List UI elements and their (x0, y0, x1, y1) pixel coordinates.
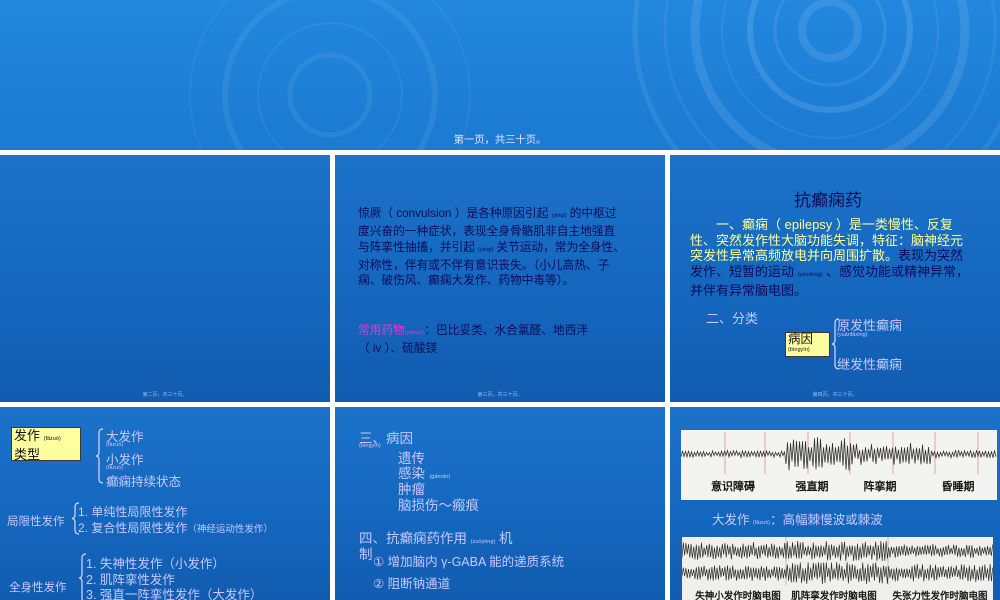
text-segment: 一、癫痫（ epilepsy ）是一类慢性、反复 (716, 217, 953, 232)
slide-2: 第二页，共三十页。 (0, 155, 330, 402)
drugs-label: 常用药物 (358, 324, 405, 337)
list-item: 1. 单纯性局限性发作 (78, 505, 188, 519)
drugs-list: （ iv ）、硫酸镁 (358, 342, 438, 355)
text-segment: 度兴奋的一种症状，表现全身骨骼肌非自主地强直 (358, 225, 616, 239)
text-segment: 并伴有异常脑电图。 (690, 283, 808, 299)
pinyin-annotation: (fāzuò) (752, 520, 771, 526)
eeg-figure-grand-mal: 意识障碍 强直期 阵挛期 昏睡期 (681, 430, 997, 500)
convulsion-definition: 惊厥（ convulsion ）是各种原因引起 (yǐnqǐ) 的中枢过 度兴奋… (358, 206, 625, 288)
pinyin-annotation: (bìngyīn) (788, 347, 810, 353)
epilepsy-definition: 一、癫痫（ epilepsy ）是一类慢性、反复 性、突然发作性大脑功能失调，特… (690, 217, 969, 299)
text-segment: 发作、短暂的运动 (690, 263, 798, 279)
pinyin-annotation: (gǎnrǎn) (429, 474, 451, 480)
slide-6: 三、病因 (bìngyīn) 遗传 感染 (gǎnrǎn) 肿瘤 脑损伤～瘢痕 … (335, 407, 665, 600)
eeg-figure-label: 肌阵挛发作时脑电图 (791, 591, 877, 600)
text-segment: 与阵挛性抽搐，并引起 (358, 240, 479, 254)
eeg-waveform (681, 437, 997, 471)
text-line: 对称性，伴有或不伴有意识丧失。（小儿高热、子 (358, 258, 625, 273)
partial-seizure-label: 局限性发作 (7, 516, 65, 528)
eeg-figure-label: 失神小发作时脑电图 (695, 591, 781, 600)
seizure-type-status-epilepticus: 癫痫持续状态 (106, 475, 182, 489)
section-heading: 二、分类 (706, 311, 759, 326)
pinyin-annotation: (fāzuò) (106, 442, 124, 448)
pinyin-annotation: (yuánfāxìng) (837, 332, 868, 338)
eeg-phase-label: 强直期 (795, 480, 829, 493)
text-segment: 惊厥（ convulsion ）是各种原因引起 (358, 207, 552, 220)
text-line: 与阵挛性抽搐，并引起 (yǐnqǐ) 关节运动，常为全身性、 (358, 240, 625, 258)
list-item-text: 2. 复合性局限性发作 (78, 521, 188, 535)
text-line: 常用药物(yàowù)：巴比妥类、水合氯醛、地西泮 (358, 323, 588, 341)
decorative-rings (189, 0, 1000, 150)
eeg-figure-other-seizures: 失神小发作时脑电图 肌阵挛发作时脑电图 失张力性发作时脑电图 (682, 537, 993, 600)
text-line: 发作、短暂的运动 (yùndòng) 、感觉功能或精神异常， (690, 264, 969, 284)
generalized-seizure-label: 全身性发作 (9, 582, 67, 594)
cause-item: 脑损伤～瘢痕 (398, 498, 479, 513)
pinyin-annotation: (yǐnqǐ) (478, 246, 494, 253)
text-line: 性、突然发作性大脑功能失调，特征：脑神经元 (690, 233, 969, 249)
pinyin-annotation: (yàowù) (404, 330, 425, 336)
page-footer: 第四页，共三十页。 (812, 392, 858, 398)
page-footer: 第三页，共三十页。 (477, 392, 523, 398)
slide-7: 意识障碍 强直期 阵挛期 昏睡期 大发作 (fāzuò)：高幅棘慢波或棘波 失神… (670, 407, 1000, 600)
slide-3: 惊厥（ convulsion ）是各种原因引起 (yǐnqǐ) 的中枢过 度兴奋… (335, 155, 665, 402)
cause-label-box: 病因 (bìngyīn) (785, 332, 830, 357)
epilepsy-type-secondary: 继发性癫痫 (837, 357, 903, 372)
mechanism-item: ② 阻断钠通道 (373, 577, 451, 591)
list-item: 3. 强直一阵挛性发作（大发作） (86, 588, 263, 600)
text-line: 突发性异常高频放电并向周围扩散。表现为突然 (690, 248, 969, 264)
eeg-phase-label: 阵挛期 (863, 480, 897, 493)
page-footer: 第一页，共三十页。 (453, 135, 547, 146)
eeg-phase-label: 意识障碍 (711, 480, 755, 493)
pinyin-annotation: (fāzuò) (43, 436, 61, 442)
eeg-phase-label: 昏睡期 (941, 480, 975, 493)
eeg-figure-label: 失张力性发作时脑电图 (892, 591, 988, 600)
eeg-waveform (682, 540, 993, 561)
page-footer: 第二页，共三十页。 (142, 392, 188, 398)
heading-text: 机 (495, 531, 513, 546)
text-segment: 、感觉功能或精神异常， (822, 263, 970, 279)
eeg-waveform (682, 562, 993, 585)
curly-brace-icon (96, 428, 104, 484)
heading-text: 四、抗癫痫药作用 (359, 531, 471, 546)
pinyin-annotation: (bìngyīn) (359, 443, 381, 449)
text-line: 一、癫痫（ epilepsy ）是一类慢性、反复 (690, 217, 969, 233)
cause-label: 病因 (788, 332, 814, 346)
list-item-note: （神经运动性发作） (187, 524, 273, 535)
slide-4: 抗癫痫药 一、癫痫（ epilepsy ）是一类慢性、反复 性、突然发作性大脑功… (670, 155, 1000, 402)
text-line: （ iv ）、硫酸镁 (358, 341, 588, 357)
text-segment: 对称性，伴有或不伴有意识丧失。（小儿高热、子 (358, 258, 610, 272)
box-label: 发作 (14, 428, 41, 443)
common-drugs: 常用药物(yàowù)：巴比妥类、水合氯醛、地西泮 （ iv ）、硫酸镁 (358, 323, 588, 357)
slide-1: 第一页，共三十页。 (0, 0, 1000, 150)
box-label: 类型 (14, 447, 41, 462)
text-line: 发作 (fāzuò) (14, 428, 80, 447)
seizure-type-box: 发作 (fāzuò) 类型 (11, 427, 81, 462)
caption-text: 大发作 (712, 513, 753, 527)
slide-title: 抗癫痫药 (794, 191, 862, 210)
pinyin-annotation: (yùndòng) (797, 271, 823, 278)
eeg-caption: 大发作 (fāzuò)：高幅棘慢波或棘波 (712, 509, 883, 528)
pinyin-annotation: (yǐnqǐ) (551, 213, 567, 219)
section-heading: 四、抗癫痫药作用 (zuòyòng) 机 (359, 527, 513, 548)
text-segment: 表现为突然 (898, 248, 964, 264)
text-segment: 突发性异常高频放电并向周围扩散。 (690, 248, 899, 264)
drugs-list: ：巴比妥类、水合氯醛、地西泮 (424, 324, 588, 337)
caption-text: ：高幅棘慢波或棘波 (770, 513, 883, 527)
text-segment: 痫、破伤风、癫痫大发作、药物中毒等）。 (358, 274, 575, 288)
text-line: 度兴奋的一种症状，表现全身骨骼肌非自主地强直 (358, 224, 625, 239)
slide-5: 发作 (fāzuò) 类型 大发作 (fāzuò) 小发作 (fāzuò) 癫痫… (0, 407, 330, 600)
list-item: 2. 复合性局限性发作（神经运动性发作） (78, 519, 273, 537)
text-line: 惊厥（ convulsion ）是各种原因引起 (yǐnqǐ) 的中枢过 (358, 206, 625, 224)
heading-text: 制 (359, 547, 373, 562)
pinyin-annotation: (zuòyòng) (470, 539, 496, 545)
mechanism-item: ① 增加脑内 γ-GABA 能的递质系统 (373, 555, 565, 569)
text-line: 痫、破伤风、癫痫大发作、药物中毒等）。 (358, 273, 625, 288)
text-segment: 的中枢过 (566, 207, 617, 220)
text-line: 并伴有异常脑电图。 (690, 283, 969, 299)
text-segment: 关节运动，常为全身性、 (493, 240, 625, 254)
text-segment: 性、突然发作性大脑功能失调，特征：脑神经元 (690, 232, 964, 248)
